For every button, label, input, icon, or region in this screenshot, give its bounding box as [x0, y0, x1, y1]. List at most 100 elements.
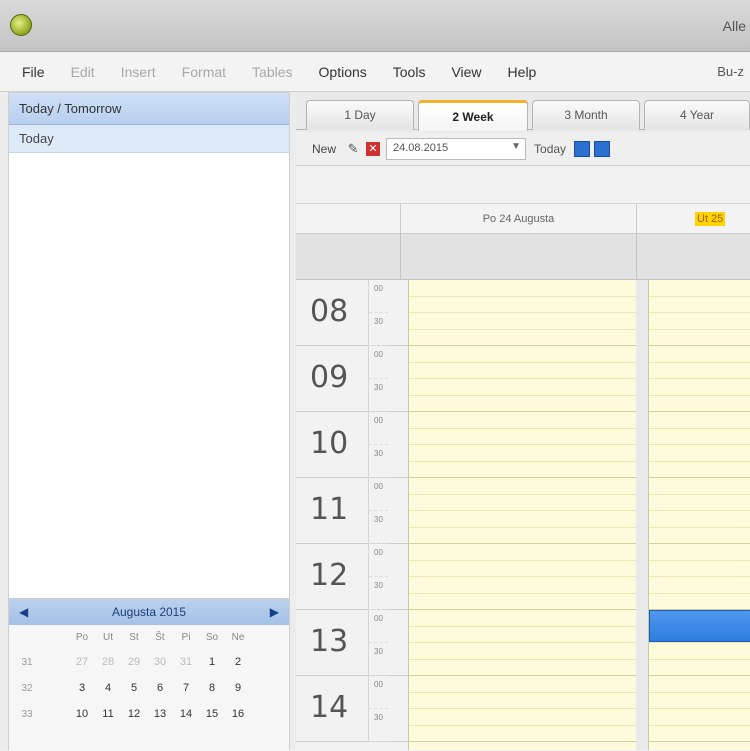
- time-slot[interactable]: [649, 280, 750, 297]
- time-slot[interactable]: [649, 297, 750, 313]
- date-picker[interactable]: 24.08.2015 ▼: [386, 137, 527, 160]
- day-cell[interactable]: 29: [121, 656, 147, 668]
- time-slot[interactable]: [649, 528, 750, 544]
- tab-day[interactable]: 1 Day: [306, 100, 414, 130]
- day-cell[interactable]: 31: [173, 656, 199, 668]
- today-tomorrow-header[interactable]: Today / Tomorrow: [9, 93, 289, 125]
- menu-file[interactable]: File: [22, 64, 45, 80]
- time-slot[interactable]: [409, 643, 636, 660]
- new-button[interactable]: New: [312, 142, 336, 156]
- menu-format[interactable]: Format: [182, 64, 226, 80]
- menu-options[interactable]: Options: [319, 64, 367, 80]
- day-cell[interactable]: 8: [199, 682, 225, 694]
- time-slot[interactable]: [649, 379, 750, 396]
- time-slot[interactable]: [409, 495, 636, 511]
- time-slot[interactable]: [409, 627, 636, 643]
- next-month-arrow-icon[interactable]: ▶: [270, 605, 279, 619]
- all-day-cell[interactable]: [636, 234, 750, 280]
- day-column[interactable]: [408, 280, 636, 750]
- time-slot[interactable]: [409, 313, 636, 330]
- time-slot[interactable]: [649, 346, 750, 363]
- time-slot[interactable]: [409, 528, 636, 544]
- time-slot[interactable]: [649, 429, 750, 445]
- time-slot[interactable]: [409, 693, 636, 709]
- time-slot[interactable]: [409, 544, 636, 561]
- tab-week[interactable]: 2 Week: [418, 100, 528, 131]
- day-cell[interactable]: 2: [225, 656, 251, 668]
- menu-insert[interactable]: Insert: [121, 64, 156, 80]
- time-slot[interactable]: [409, 346, 636, 363]
- tab-month[interactable]: 3 Month: [532, 100, 640, 130]
- day-cell[interactable]: 12: [121, 708, 147, 720]
- time-slot[interactable]: [409, 660, 636, 676]
- time-slot[interactable]: [649, 561, 750, 577]
- time-slot[interactable]: [409, 561, 636, 577]
- time-slot[interactable]: [409, 396, 636, 412]
- tab-year[interactable]: 4 Year: [644, 100, 750, 130]
- day-cell[interactable]: 28: [95, 656, 121, 668]
- time-slot[interactable]: [649, 693, 750, 709]
- time-slot[interactable]: [409, 726, 636, 742]
- time-slot[interactable]: [649, 396, 750, 412]
- day-cell[interactable]: 11: [95, 708, 121, 720]
- day-cell[interactable]: 9: [225, 682, 251, 694]
- time-slot[interactable]: [409, 280, 636, 297]
- view-toggle-icon[interactable]: [574, 140, 591, 157]
- time-slot[interactable]: [649, 660, 750, 676]
- time-slot[interactable]: [649, 577, 750, 594]
- time-slot[interactable]: [409, 511, 636, 528]
- time-slot[interactable]: [649, 412, 750, 429]
- time-slot[interactable]: [409, 297, 636, 313]
- all-day-cell[interactable]: [400, 234, 636, 280]
- time-slot[interactable]: [409, 577, 636, 594]
- day-cell[interactable]: 3: [69, 682, 95, 694]
- time-slot[interactable]: [409, 610, 636, 627]
- time-slot[interactable]: [649, 330, 750, 346]
- time-slot[interactable]: [649, 495, 750, 511]
- time-slot[interactable]: [649, 445, 750, 462]
- day-cell[interactable]: 6: [147, 682, 173, 694]
- time-slot[interactable]: [409, 709, 636, 726]
- time-slot[interactable]: [649, 594, 750, 610]
- day-cell[interactable]: 27: [69, 656, 95, 668]
- day-header-today[interactable]: Ut 25: [636, 204, 750, 234]
- day-cell[interactable]: 10: [69, 708, 95, 720]
- today-button[interactable]: Today: [534, 142, 566, 156]
- calendar-event[interactable]: [649, 610, 750, 642]
- day-cell[interactable]: 4: [95, 682, 121, 694]
- day-cell[interactable]: 15: [199, 708, 225, 720]
- day-cell[interactable]: 16: [225, 708, 251, 720]
- day-cell[interactable]: 1: [199, 656, 225, 668]
- time-slot[interactable]: [649, 363, 750, 379]
- today-row[interactable]: Today: [9, 125, 289, 153]
- time-slot[interactable]: [649, 709, 750, 726]
- time-slot[interactable]: [409, 379, 636, 396]
- day-header[interactable]: Po 24 Augusta: [400, 204, 636, 234]
- time-slot[interactable]: [649, 676, 750, 693]
- delete-icon[interactable]: ✕: [366, 141, 381, 156]
- day-cell[interactable]: 7: [173, 682, 199, 694]
- view-toggle-icon[interactable]: [594, 140, 611, 157]
- time-slot[interactable]: [649, 643, 750, 660]
- time-slot[interactable]: [409, 676, 636, 693]
- time-slot[interactable]: [409, 412, 636, 429]
- prev-month-arrow-icon[interactable]: ◀: [19, 605, 28, 619]
- day-cell[interactable]: 5: [121, 682, 147, 694]
- time-slot[interactable]: [409, 594, 636, 610]
- time-slot[interactable]: [649, 313, 750, 330]
- time-slot[interactable]: [409, 462, 636, 478]
- time-slot[interactable]: [409, 478, 636, 495]
- time-slot[interactable]: [409, 445, 636, 462]
- time-slot[interactable]: [409, 429, 636, 445]
- day-cell[interactable]: 13: [147, 708, 173, 720]
- edit-pencil-icon[interactable]: ✎: [346, 141, 360, 156]
- time-slot[interactable]: [649, 511, 750, 528]
- menu-help[interactable]: Help: [508, 64, 537, 80]
- time-slot[interactable]: [649, 478, 750, 495]
- day-column-today[interactable]: [648, 280, 750, 750]
- time-slot[interactable]: [409, 363, 636, 379]
- day-cell[interactable]: 14: [173, 708, 199, 720]
- time-slot[interactable]: [649, 726, 750, 742]
- time-slot[interactable]: [649, 462, 750, 478]
- time-slot[interactable]: [409, 330, 636, 346]
